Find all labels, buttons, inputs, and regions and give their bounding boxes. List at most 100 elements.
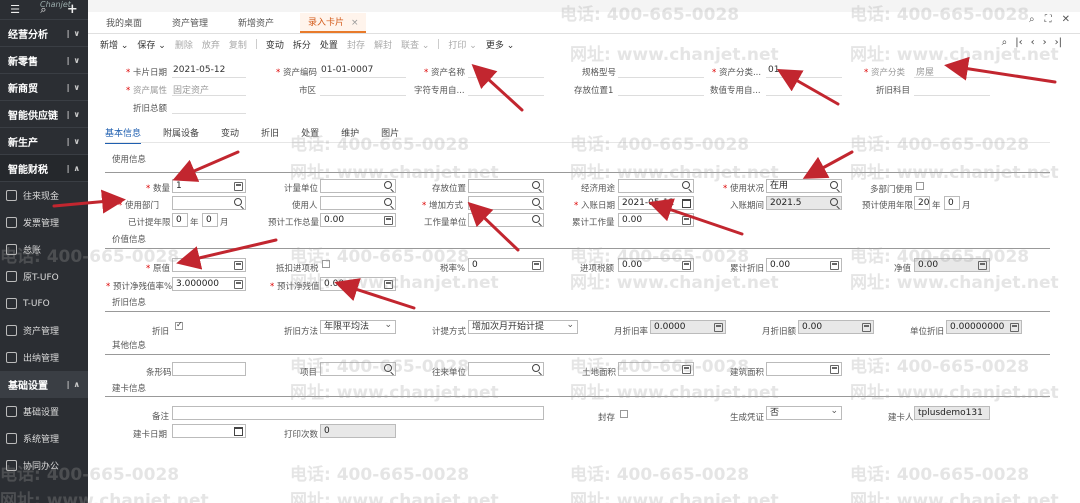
salvage-rate-input[interactable]: 3.000000 — [172, 277, 246, 291]
search-icon[interactable] — [384, 198, 392, 206]
card-date-value[interactable]: 2021-05-12 — [173, 65, 225, 75]
sidebar-item-cashier[interactable]: 出纳管理 — [0, 344, 88, 371]
work-unit-input[interactable] — [468, 213, 544, 227]
qty-input[interactable]: 1 — [172, 179, 246, 193]
sidebar-section-trade[interactable]: 新商贸 | ∨ — [0, 74, 88, 101]
note-input[interactable] — [172, 406, 544, 420]
sidebar-item-old-ufo[interactable]: 原T-UFO — [0, 263, 88, 290]
seal-checkbox[interactable] — [620, 410, 628, 418]
query-button[interactable]: 联查 ⌄ — [401, 38, 429, 51]
storage-input[interactable] — [468, 179, 544, 193]
project-input[interactable] — [320, 362, 396, 376]
delete-button[interactable]: 删除 — [175, 38, 193, 51]
new-button[interactable]: 新增 ⌄ — [100, 38, 128, 51]
sidebar-item-collab[interactable]: 协同办公 — [0, 452, 88, 479]
seal-button[interactable]: 封存 — [347, 38, 365, 51]
calendar-icon[interactable] — [682, 199, 691, 208]
sidebar-section-settings[interactable]: 基础设置 | ∧ — [0, 371, 88, 398]
close-icon[interactable]: × — [351, 18, 359, 28]
entry-date-input[interactable]: 2021-05-12 — [618, 196, 694, 210]
search-icon[interactable] — [532, 198, 540, 206]
calculator-icon[interactable] — [682, 365, 691, 374]
unseal-button[interactable]: 解封 — [374, 38, 392, 51]
location-field[interactable] — [618, 95, 704, 96]
land-area-input[interactable] — [618, 362, 694, 376]
spec-field[interactable] — [618, 77, 704, 78]
first-icon[interactable]: |‹ — [1015, 37, 1022, 48]
dispose-button[interactable]: 处置 — [320, 38, 338, 51]
calculator-icon[interactable] — [830, 261, 839, 270]
search-icon[interactable] — [532, 181, 540, 189]
sidebar-section-retail[interactable]: 新零售 | ∨ — [0, 47, 88, 74]
num-field[interactable] — [766, 95, 842, 96]
find-icon[interactable]: ⌕ — [1002, 37, 1008, 48]
salvage-input[interactable]: 0.00 — [320, 277, 396, 291]
search-icon[interactable] — [384, 181, 392, 189]
expected-months-input[interactable]: 0 — [944, 196, 960, 210]
depr-total-field[interactable] — [172, 113, 246, 114]
calc-method-select[interactable]: 增加次月开始计提 — [468, 319, 578, 334]
depr-method-select[interactable]: 年限平均法 — [320, 319, 396, 334]
sidebar-section-supply[interactable]: 智能供应链 | ∨ — [0, 101, 88, 128]
char-field[interactable] — [468, 95, 544, 96]
calculator-icon[interactable] — [384, 216, 393, 225]
category-code-value[interactable]: 01 — [768, 65, 779, 75]
sidebar-item-assets[interactable]: 资产管理 — [0, 317, 88, 344]
menu-icon[interactable]: ☰ — [10, 3, 20, 16]
sidebar-section-analysis[interactable]: 经营分析 | ∨ — [0, 20, 88, 47]
sidebar-item-invoice[interactable]: 发票管理 — [0, 209, 88, 236]
save-button[interactable]: 保存 ⌄ — [137, 38, 165, 51]
calculator-icon[interactable] — [234, 280, 243, 289]
search-icon[interactable] — [532, 364, 540, 372]
calculator-icon[interactable] — [682, 216, 691, 225]
barcode-input[interactable] — [172, 362, 246, 376]
sidebar-item-ufo[interactable]: T-UFO — [0, 290, 88, 317]
next-icon[interactable]: › — [1043, 37, 1047, 48]
split-button[interactable]: 拆分 — [293, 38, 311, 51]
calculator-icon[interactable] — [682, 261, 691, 270]
partner-input[interactable] — [468, 362, 544, 376]
status-input[interactable]: 在用 — [766, 179, 842, 193]
orig-value-input[interactable] — [172, 258, 246, 272]
search-icon[interactable]: ⌕ — [1029, 14, 1035, 25]
sidebar-item-basic-settings[interactable]: 基础设置 — [0, 398, 88, 425]
building-area-input[interactable] — [766, 362, 842, 376]
sidebar-section-production[interactable]: 新生产 | ∨ — [0, 128, 88, 155]
depr-checkbox[interactable] — [175, 320, 183, 330]
calendar-icon[interactable] — [234, 427, 243, 436]
deduct-tax-checkbox[interactable] — [322, 260, 330, 268]
city-field[interactable] — [320, 95, 406, 96]
acc-work-input[interactable]: 0.00 — [618, 213, 694, 227]
asset-code-value[interactable]: 01-01-0007 — [321, 65, 373, 75]
copy-button[interactable]: 复制 — [229, 38, 247, 51]
user-input[interactable] — [320, 196, 396, 210]
more-button[interactable]: 更多 ⌄ — [486, 38, 514, 51]
tab-card-entry[interactable]: 录入卡片 × — [300, 13, 367, 33]
discard-button[interactable]: 放弃 — [202, 38, 220, 51]
purpose-input[interactable] — [618, 179, 694, 193]
add-method-input[interactable] — [468, 196, 544, 210]
print-button[interactable]: 打印 ⌄ — [448, 38, 476, 51]
calculator-icon[interactable] — [234, 261, 243, 270]
prev-icon[interactable]: ‹ — [1031, 37, 1035, 48]
voucher-select[interactable]: 否 — [766, 405, 842, 420]
calculator-icon[interactable] — [830, 365, 839, 374]
search-icon[interactable] — [830, 181, 838, 189]
search-icon[interactable] — [682, 181, 690, 189]
multi-dept-checkbox[interactable] — [916, 182, 924, 190]
calculator-icon[interactable] — [384, 280, 393, 289]
expected-work-input[interactable]: 0.00 — [320, 213, 396, 227]
close-icon[interactable]: ✕ — [1062, 14, 1070, 25]
acc-depr-input[interactable]: 0.00 — [766, 258, 842, 272]
tab-new-asset[interactable]: 新增资产 — [234, 16, 278, 33]
change-button[interactable]: 变动 — [266, 38, 284, 51]
dept-input[interactable] — [172, 196, 246, 210]
search-icon[interactable] — [384, 364, 392, 372]
used-years-input[interactable]: 0 — [172, 213, 188, 227]
fullscreen-icon[interactable]: ⛶ — [1045, 14, 1052, 25]
calculator-icon[interactable] — [234, 182, 243, 191]
unit-input[interactable] — [320, 179, 396, 193]
build-date-input[interactable] — [172, 424, 246, 438]
search-icon[interactable] — [532, 215, 540, 223]
sidebar-item-system[interactable]: 系统管理 — [0, 425, 88, 452]
